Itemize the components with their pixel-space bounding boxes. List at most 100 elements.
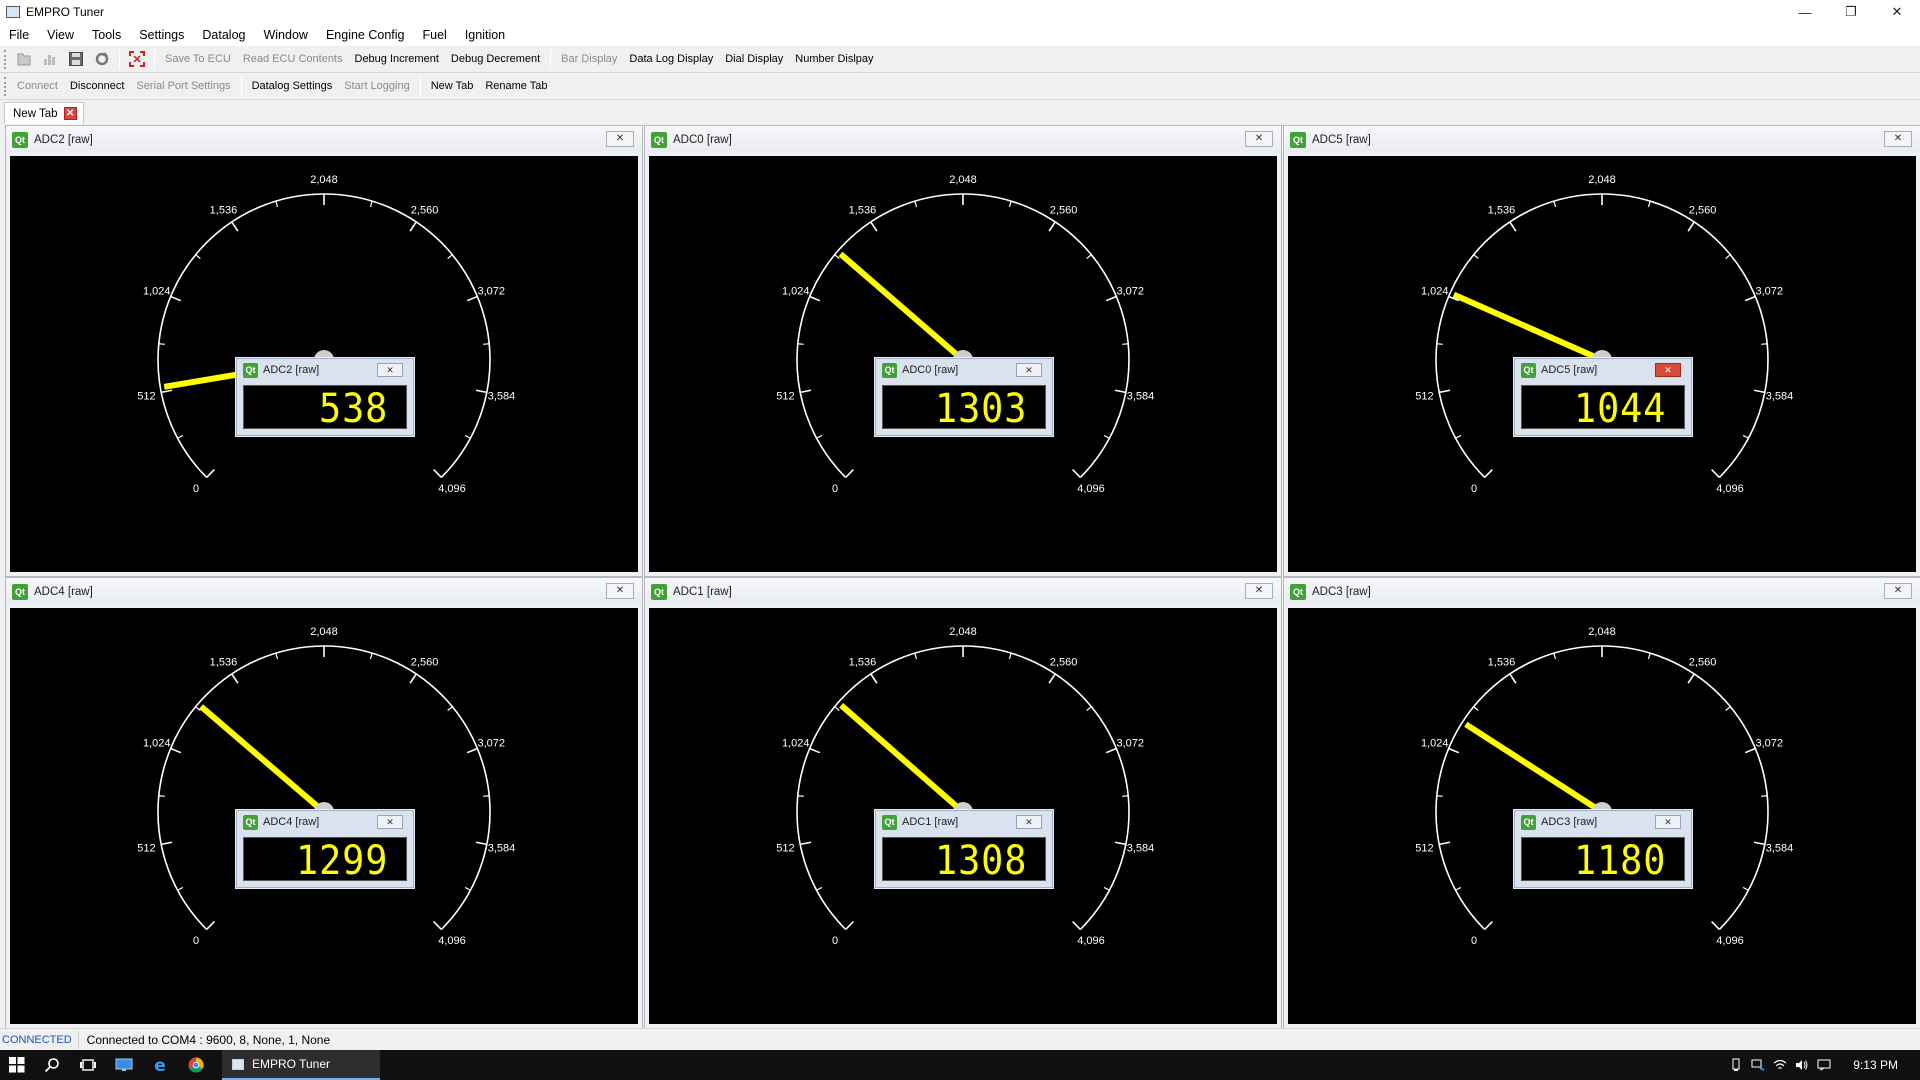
menu-engine-config[interactable]: Engine Config (317, 24, 414, 46)
close-icon[interactable]: ✕ (1655, 363, 1681, 377)
close-icon[interactable]: ✕ (1245, 583, 1273, 599)
number-display-window[interactable]: Qt ADC3 [raw] ✕ 1180 (1514, 810, 1692, 888)
close-icon[interactable]: ✕ (1245, 131, 1273, 147)
close-icon[interactable]: ✕ (606, 583, 634, 599)
number-display-window[interactable]: Qt ADC5 [raw] ✕ 1044 (1514, 358, 1692, 436)
number-display-button[interactable]: Number Dislpay (789, 48, 879, 70)
rename-tab-button[interactable]: Rename Tab (479, 75, 553, 97)
close-icon[interactable]: ✕ (1874, 0, 1920, 24)
windows-start-icon[interactable] (0, 1050, 34, 1080)
lcd-value: 538 (318, 386, 388, 432)
connect-button[interactable]: Connect (11, 75, 64, 97)
close-icon[interactable]: ✕ (1884, 131, 1912, 147)
gauge-window-header[interactable]: Qt ADC5 [raw] ✕ (1284, 126, 1920, 153)
number-display-window[interactable]: Qt ADC0 [raw] ✕ 1303 (875, 358, 1053, 436)
close-icon[interactable]: ✕ (377, 815, 403, 829)
number-display-window[interactable]: Qt ADC4 [raw] ✕ 1299 (236, 810, 414, 888)
dial-display-button[interactable]: Dial Display (719, 48, 789, 70)
minor-tick (914, 200, 918, 208)
gauge-window[interactable]: Qt ADC4 [raw] ✕ 0 512 1,024 1,536 2,048 2,560 3,0… (5, 577, 643, 1029)
datalog-settings-button[interactable]: Datalog Settings (246, 75, 339, 97)
task-view-icon[interactable] (70, 1050, 106, 1080)
menu-tools[interactable]: Tools (83, 24, 130, 46)
edge-icon[interactable]: e (142, 1050, 178, 1080)
close-icon[interactable]: ✕ (1884, 583, 1912, 599)
minimize-icon[interactable]: — (1782, 0, 1828, 24)
number-display-header[interactable]: Qt ADC3 [raw] ✕ (1515, 811, 1691, 833)
major-tick (466, 747, 478, 754)
close-icon[interactable]: ✕ (377, 363, 403, 377)
serial-port-settings-button[interactable]: Serial Port Settings (130, 75, 236, 97)
taskbar-app-empro[interactable]: EMPRO Tuner (222, 1050, 380, 1080)
gauge-window-header[interactable]: Qt ADC2 [raw] ✕ (6, 126, 642, 153)
gauge-window-header[interactable]: Qt ADC3 [raw] ✕ (1284, 578, 1920, 605)
menu-window[interactable]: Window (254, 24, 316, 46)
taskbar-app-label: EMPRO Tuner (252, 1057, 331, 1071)
menu-fuel[interactable]: Fuel (413, 24, 455, 46)
lcd-value: 1044 (1573, 386, 1666, 432)
gauge-window-header[interactable]: Qt ADC1 [raw] ✕ (645, 578, 1281, 605)
menu-settings[interactable]: Settings (130, 24, 193, 46)
number-display-header[interactable]: Qt ADC5 [raw] ✕ (1515, 359, 1691, 381)
new-tab-button[interactable]: New Tab (425, 75, 480, 97)
restore-icon[interactable]: ❐ (1828, 0, 1874, 24)
menu-file[interactable]: File (0, 24, 38, 46)
fullscreen-icon[interactable] (126, 48, 148, 70)
debug-decrement-button[interactable]: Debug Decrement (445, 48, 546, 70)
save-icon[interactable] (65, 48, 87, 70)
usb-icon[interactable] (1725, 1050, 1747, 1080)
toolbar-grip[interactable] (4, 49, 7, 69)
major-tick (1072, 469, 1081, 478)
gauge-title: ADC0 [raw] (673, 133, 732, 146)
gauge-window[interactable]: Qt ADC1 [raw] ✕ 0 512 1,024 1,536 2,048 2,560 3,0… (644, 577, 1282, 1029)
gauge-window-header[interactable]: Qt ADC0 [raw] ✕ (645, 126, 1281, 153)
open-file-icon[interactable] (13, 48, 35, 70)
number-display-header[interactable]: Qt ADC2 [raw] ✕ (237, 359, 413, 381)
gauge-window[interactable]: Qt ADC5 [raw] ✕ 0 512 1,024 1,536 2,048 2,560 3,0… (1283, 125, 1920, 577)
chrome-icon[interactable] (178, 1050, 214, 1080)
chart-icon[interactable] (39, 48, 61, 70)
data-log-display-button[interactable]: Data Log Display (623, 48, 719, 70)
wifi-icon[interactable] (1769, 1050, 1791, 1080)
notification-icon[interactable] (1813, 1050, 1835, 1080)
bar-display-button[interactable]: Bar Display (555, 48, 623, 70)
major-tick (845, 921, 854, 930)
debug-increment-button[interactable]: Debug Increment (349, 48, 445, 70)
close-icon[interactable]: ✕ (606, 131, 634, 147)
close-icon[interactable]: ✕ (1016, 363, 1042, 377)
number-display-header[interactable]: Qt ADC0 [raw] ✕ (876, 359, 1052, 381)
desktop-icon[interactable] (106, 1050, 142, 1080)
number-display-window[interactable]: Qt ADC2 [raw] ✕ 538 (236, 358, 414, 436)
number-display-header[interactable]: Qt ADC4 [raw] ✕ (237, 811, 413, 833)
volume-icon[interactable] (1791, 1050, 1813, 1080)
disconnect-button[interactable]: Disconnect (64, 75, 130, 97)
network-icon[interactable] (1747, 1050, 1769, 1080)
gauge-window[interactable]: Qt ADC2 [raw] ✕ 0 512 1,024 1,536 2,048 2,560 3,0… (5, 125, 643, 577)
minor-tick (1553, 200, 1557, 208)
menu-view[interactable]: View (38, 24, 83, 46)
toolbar-grip[interactable] (4, 76, 7, 96)
menu-ignition[interactable]: Ignition (456, 24, 514, 46)
tab-new-tab[interactable]: New Tab ✕ (4, 102, 84, 124)
read-ecu-contents-button[interactable]: Read ECU Contents (237, 48, 349, 70)
tick-label: 2,048 (1588, 174, 1616, 186)
number-display-header[interactable]: Qt ADC1 [raw] ✕ (876, 811, 1052, 833)
refresh-icon[interactable] (91, 48, 113, 70)
gauge-title: ADC5 [raw] (1312, 133, 1371, 146)
save-to-ecu-button[interactable]: Save To ECU (159, 48, 237, 70)
minor-tick (1761, 795, 1768, 797)
tick-label: 2,048 (949, 174, 977, 186)
gauge-window-header[interactable]: Qt ADC4 [raw] ✕ (6, 578, 642, 605)
major-tick (1753, 389, 1765, 394)
gauge-window[interactable]: Qt ADC3 [raw] ✕ 0 512 1,024 1,536 2,048 2,560 3,0… (1283, 577, 1920, 1029)
search-icon[interactable] (34, 1050, 70, 1080)
clock[interactable]: 9:13 PM (1835, 1058, 1920, 1072)
tab-close-icon[interactable]: ✕ (63, 107, 77, 120)
gauge-window[interactable]: Qt ADC0 [raw] ✕ 0 512 1,024 1,536 2,048 2,560 3,0… (644, 125, 1282, 577)
tick-label: 4,096 (438, 935, 466, 947)
start-logging-button[interactable]: Start Logging (338, 75, 415, 97)
close-icon[interactable]: ✕ (1655, 815, 1681, 829)
number-display-window[interactable]: Qt ADC1 [raw] ✕ 1308 (875, 810, 1053, 888)
menu-datalog[interactable]: Datalog (193, 24, 254, 46)
close-icon[interactable]: ✕ (1016, 815, 1042, 829)
